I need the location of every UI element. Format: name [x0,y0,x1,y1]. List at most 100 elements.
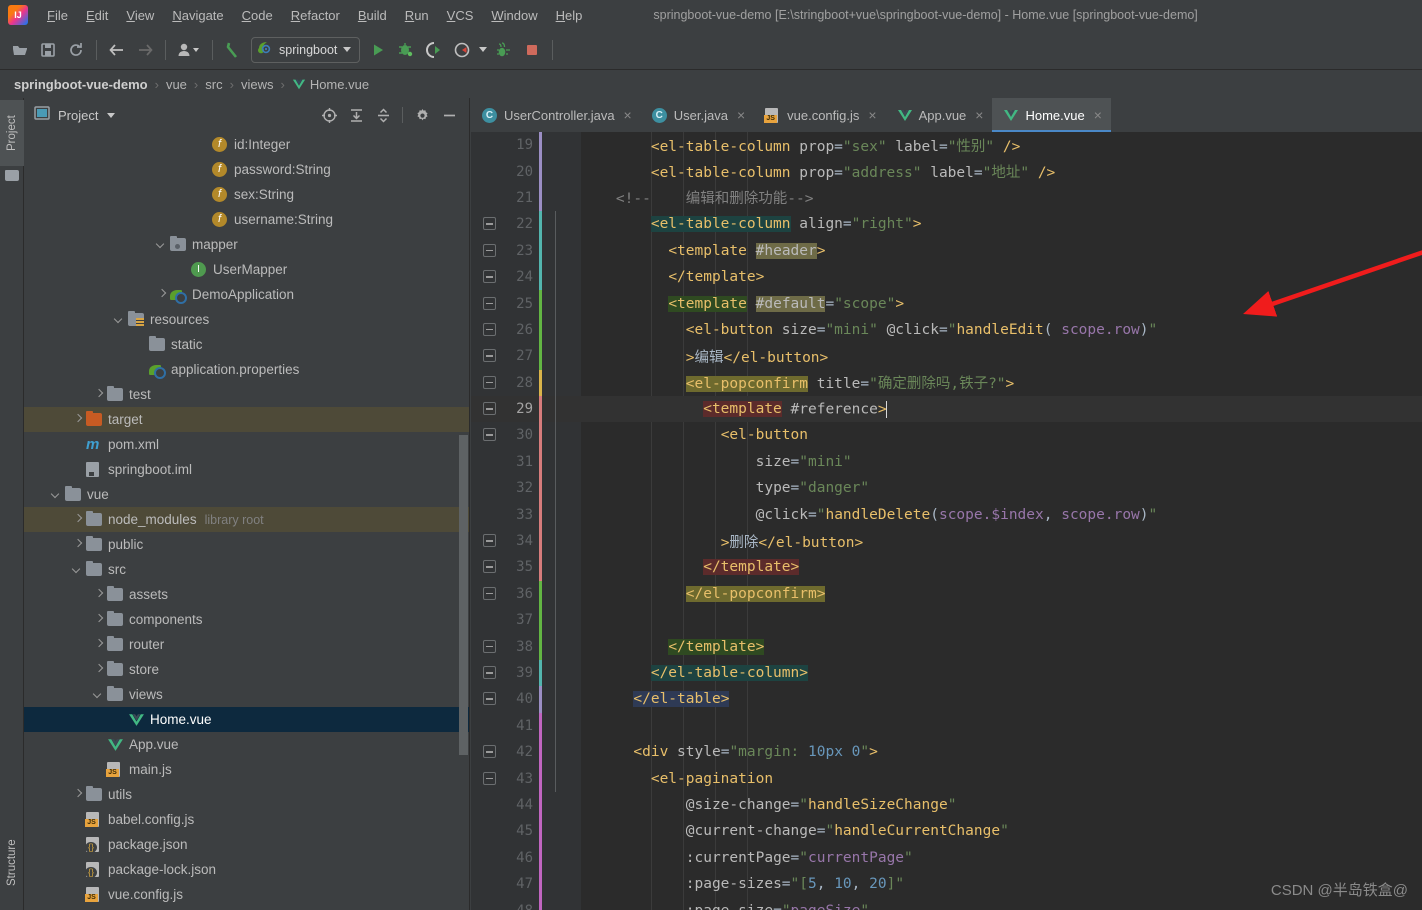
tree-item[interactable]: package-lock.json [24,857,469,882]
chevron-down-icon[interactable] [114,314,125,325]
chevron-right-icon[interactable] [156,289,167,300]
tree-item[interactable]: id:Integer [24,132,469,157]
debug-icon[interactable] [392,36,420,64]
chevron-right-icon[interactable] [93,589,104,600]
breadcrumb-item-2[interactable]: src [205,77,222,92]
menu-item-window[interactable]: Window [482,4,546,27]
run-with-coverage-icon[interactable] [420,36,448,64]
stripe-button-structure[interactable]: Structure [0,826,24,900]
close-icon[interactable]: × [737,108,745,122]
chevron-down-icon[interactable] [107,112,116,118]
undo-icon[interactable] [219,36,247,64]
code-line[interactable]: 27 >编辑</el-button> [471,343,1422,370]
code-line[interactable]: 21 <!-- 编辑和删除功能--> [471,184,1422,212]
code-line[interactable]: 24 </template> [471,263,1422,291]
close-icon[interactable]: × [868,108,876,122]
tree-item[interactable]: router [24,632,469,657]
code-line[interactable]: 20 <el-table-column prop="address" label… [471,158,1422,185]
code-line[interactable]: 33 @click= " handleDelete(scope.$index, sc… [471,501,1422,528]
code-line[interactable]: 26 <el-button size="mini" @click="handle… [471,316,1422,344]
tree-item[interactable]: target [24,407,469,432]
chevron-right-icon[interactable] [93,639,104,650]
expand-all-icon[interactable] [344,103,368,127]
chevron-down-icon[interactable] [156,239,167,250]
run-icon[interactable] [364,36,392,64]
chevron-right-icon[interactable] [72,514,83,525]
tree-item[interactable]: pom.xml [24,432,469,457]
stripe-button-project[interactable]: Project [0,100,24,166]
tree-item[interactable]: UserMapper [24,257,469,282]
close-icon[interactable]: × [975,108,983,122]
tree-item[interactable]: resources [24,307,469,332]
tree-item[interactable]: vue.config.js [24,882,469,907]
menu-item-code[interactable]: Code [233,4,282,27]
chevron-right-icon[interactable] [93,389,104,400]
tree-item[interactable]: node_modules library root [24,507,469,532]
tree-item[interactable]: mapper [24,232,469,257]
tree-item[interactable]: sex:String [24,182,469,207]
profiler-dropdown-icon[interactable] [476,36,490,64]
code-editor[interactable]: 19 <el-table-column prop="sex" label="性别… [471,132,1422,910]
tree-item[interactable]: main.js [24,757,469,782]
tree-item[interactable]: test [24,382,469,407]
tree-item[interactable]: views [24,682,469,707]
code-line[interactable]: 42 <div style="margin: 10px 0"> [471,738,1422,766]
tree-item[interactable]: components [24,607,469,632]
close-icon[interactable]: × [624,108,632,122]
attach-debugger-icon[interactable] [490,36,518,64]
menu-item-view[interactable]: View [117,4,163,27]
code-line[interactable]: 44 @size-change="handleSizeChange" [471,791,1422,819]
tree-item[interactable]: username:String [24,207,469,232]
tree-item[interactable]: public [24,532,469,557]
sync-icon[interactable] [62,36,90,64]
editor-tab-user-java[interactable]: User.java × [641,98,754,132]
gear-icon[interactable] [410,103,434,127]
editor-tab-home-vue[interactable]: Home.vue × [992,98,1112,132]
back-arrow-icon[interactable] [103,36,131,64]
code-line[interactable]: 39 </el-table-column> [471,659,1422,687]
menu-item-help[interactable]: Help [547,4,592,27]
editor-tab-usercontroller-java[interactable]: UserController.java × [471,98,641,132]
profiler-icon[interactable] [448,36,476,64]
menu-item-refactor[interactable]: Refactor [282,4,349,27]
code-line[interactable]: 31 size="mini" [471,448,1422,476]
code-line[interactable]: 19 <el-table-column prop="sex" label="性别… [471,132,1422,159]
code-line[interactable]: 40 </el-table> [471,686,1422,713]
code-line[interactable]: 32 type="danger" [471,475,1422,502]
tree-item[interactable]: static [24,332,469,357]
tree-item[interactable]: babel.config.js [24,807,469,832]
code-line[interactable]: 37 [471,607,1422,634]
chevron-down-icon[interactable] [72,564,83,575]
menu-item-vcs[interactable]: VCS [438,4,483,27]
editor-tab-app-vue[interactable]: App.vue × [886,98,993,132]
tree-item[interactable]: application.properties [24,357,469,382]
code-line[interactable]: 43 <el-pagination [471,765,1422,792]
tree-item[interactable]: DemoApplication [24,282,469,307]
menu-item-navigate[interactable]: Navigate [163,4,232,27]
tree-item[interactable]: store [24,657,469,682]
code-line[interactable]: 34 >删除</el-button> [471,527,1422,555]
code-line[interactable]: 29 <template #reference> [471,395,1422,423]
breadcrumb-item-3[interactable]: views [241,77,274,92]
tree-item[interactable]: password:String [24,157,469,182]
hide-icon[interactable] [437,103,461,127]
code-line[interactable]: 25 <template #default="scope"> [471,290,1422,317]
open-folder-icon[interactable] [6,36,34,64]
code-line[interactable]: 46 :currentPage="currentPage" [471,844,1422,871]
tree-item[interactable]: assets [24,582,469,607]
chevron-down-icon[interactable] [343,47,352,52]
editor-tab-vue-config-js[interactable]: vue.config.js × [754,98,885,132]
code-line[interactable]: 45 @current-change="handleCurrentChange" [471,818,1422,845]
tree-item[interactable]: utils [24,782,469,807]
chevron-right-icon[interactable] [93,664,104,675]
code-line[interactable]: 23 <template #header> [471,237,1422,264]
collapse-all-icon[interactable] [371,103,395,127]
breadcrumb-item-4[interactable]: Home.vue [310,77,369,92]
run-configuration-selector[interactable]: springboot [251,36,361,63]
tree-item[interactable]: vue [24,482,469,507]
code-lines[interactable]: 19 <el-table-column prop="sex" label="性别… [471,132,1422,910]
menu-item-run[interactable]: Run [396,4,438,27]
project-tree[interactable]: id:Integer password:String sex:String usern… [24,132,469,910]
code-line[interactable]: 28 <el-popconfirm title="确定删除吗,铁子?"> [471,369,1422,396]
code-line[interactable]: 22 <el-table-column align="right"> [471,211,1422,238]
